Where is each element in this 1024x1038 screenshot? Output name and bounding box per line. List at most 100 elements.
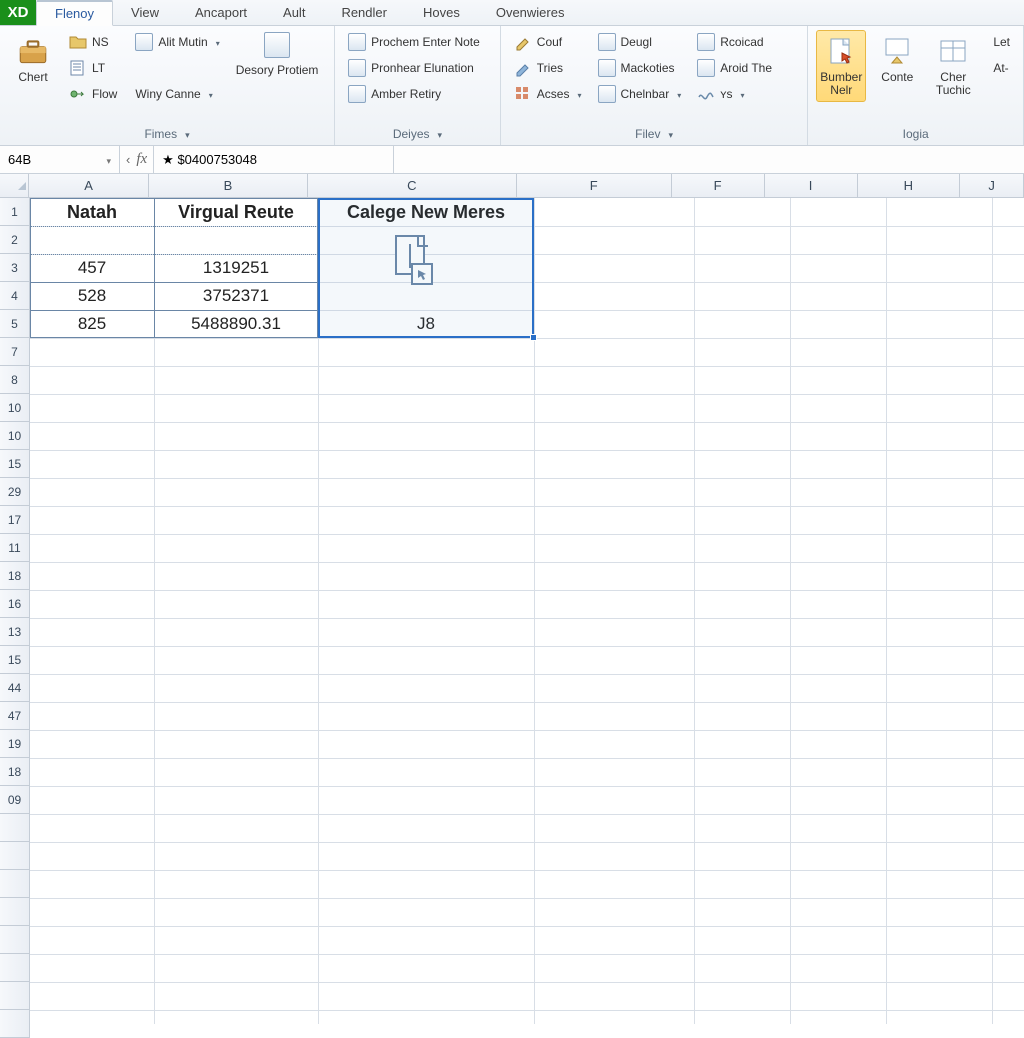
bumber-nelr-label: Bumber Nelr — [819, 71, 863, 97]
paste-preview-icon — [390, 234, 438, 290]
pronhear-elunation-button[interactable]: Pronhear Elunation — [343, 56, 485, 80]
conte-button[interactable]: Conte — [872, 30, 922, 89]
couf-button[interactable]: Couf — [509, 30, 587, 54]
row-header-extra[interactable] — [0, 1010, 29, 1038]
cher-tuchic-button[interactable]: Cher Tuchic — [928, 30, 978, 102]
cell-a3[interactable]: 457 — [30, 254, 154, 282]
bumber-nelr-button[interactable]: Bumber Nelr — [816, 30, 866, 102]
formula-bar: 64B ‹ fx ★ $0400753048 — [0, 146, 1024, 174]
col-header-j[interactable]: J — [960, 174, 1024, 197]
ys-button[interactable]: ʏs — [692, 82, 777, 106]
col-header-a[interactable]: A — [29, 174, 149, 197]
grid-icon — [514, 85, 532, 103]
row-header-1[interactable]: 1 — [0, 198, 29, 226]
dropdown-icon — [674, 87, 681, 101]
tab-ancaport[interactable]: Ancaport — [177, 0, 265, 25]
row-header-6[interactable]: 7 — [0, 338, 29, 366]
row-header-11[interactable]: 29 — [0, 478, 29, 506]
row-header-8[interactable]: 10 — [0, 394, 29, 422]
cell-a4[interactable]: 528 — [30, 282, 154, 310]
header-calege-new-meres[interactable]: Calege New Meres — [318, 198, 534, 226]
row-header-12[interactable]: 17 — [0, 506, 29, 534]
note-icon — [348, 85, 366, 103]
chelnbar-button[interactable]: Chelnbar — [593, 82, 687, 106]
header-virgual-reute[interactable]: Virgual Reute — [154, 198, 318, 226]
row-header-extra[interactable] — [0, 842, 29, 870]
acses-button[interactable]: Acses — [509, 82, 587, 106]
row-header-18[interactable]: 44 — [0, 674, 29, 702]
row-header-5[interactable]: 5 — [0, 310, 29, 338]
row-header-extra[interactable] — [0, 954, 29, 982]
tab-view[interactable]: View — [113, 0, 177, 25]
mackoties-button[interactable]: Mackoties — [593, 56, 687, 80]
tab-ovenwieres[interactable]: Ovenwieres — [478, 0, 583, 25]
protiem-button[interactable]: Desory Protiem — [231, 30, 324, 80]
col-header-b[interactable]: B — [149, 174, 308, 197]
row-header-2[interactable]: 2 — [0, 226, 29, 254]
dialog-launcher-icon[interactable] — [436, 127, 443, 141]
row-header-extra[interactable] — [0, 870, 29, 898]
col-header-f[interactable]: F — [517, 174, 672, 197]
chert-button[interactable]: Chert — [8, 30, 58, 89]
row-header-4[interactable]: 4 — [0, 282, 29, 310]
flow-button[interactable]: Flow — [64, 82, 122, 106]
col-header-c[interactable]: C — [308, 174, 517, 197]
lt-button[interactable]: LT — [64, 56, 122, 80]
cell-c5[interactable]: J8 — [318, 310, 534, 338]
col-header-h[interactable]: H — [858, 174, 961, 197]
cell-b4[interactable]: 3752371 — [154, 282, 318, 310]
tab-ault[interactable]: Ault — [265, 0, 323, 25]
header-natah[interactable]: Natah — [30, 198, 154, 226]
row-header-9[interactable]: 10 — [0, 422, 29, 450]
ribbon-group-filev: Couf Tries Acses Deugl Mackoties Chelnba… — [501, 26, 809, 145]
dialog-launcher-icon[interactable] — [666, 127, 673, 141]
document-cursor-icon — [824, 35, 858, 69]
tab-hoves[interactable]: Hoves — [405, 0, 478, 25]
row-header-15[interactable]: 16 — [0, 590, 29, 618]
dialog-launcher-icon[interactable] — [183, 127, 190, 141]
row-header-22[interactable]: 09 — [0, 786, 29, 814]
ns-button[interactable]: NS — [64, 30, 122, 54]
row-header-extra[interactable] — [0, 926, 29, 954]
row-header-16[interactable]: 13 — [0, 618, 29, 646]
row-header-20[interactable]: 19 — [0, 730, 29, 758]
amber-retiry-button[interactable]: Amber Retiry — [343, 82, 485, 106]
name-box[interactable]: 64B — [0, 146, 120, 173]
prochem-enter-note-button[interactable]: Prochem Enter Note — [343, 30, 485, 54]
row-header-extra[interactable] — [0, 814, 29, 842]
row-header-19[interactable]: 47 — [0, 702, 29, 730]
mutin-button[interactable]: Alit Mutin — [130, 30, 224, 54]
briefcase-icon — [16, 35, 50, 69]
deugl-button[interactable]: Deugl — [593, 30, 687, 54]
row-header-3[interactable]: 3 — [0, 254, 29, 282]
col-header-i[interactable]: I — [765, 174, 858, 197]
app-badge[interactable]: XD — [0, 0, 36, 25]
tab-rendler[interactable]: Rendler — [323, 0, 405, 25]
flow-icon — [69, 85, 87, 103]
cell-a5[interactable]: 825 — [30, 310, 154, 338]
row-header-17[interactable]: 15 — [0, 646, 29, 674]
cher-tuchic-label: Cher Tuchic — [931, 71, 975, 97]
col-header-f[interactable]: F — [672, 174, 765, 197]
rcoicad-button[interactable]: Rcoicad — [692, 30, 777, 54]
cell-b5[interactable]: 5488890.31 — [154, 310, 318, 338]
select-all-corner[interactable] — [0, 174, 29, 197]
tab-flenoy[interactable]: Flenoy — [36, 0, 113, 26]
formula-input[interactable]: ★ $0400753048 — [154, 146, 394, 173]
row-header-14[interactable]: 18 — [0, 562, 29, 590]
group-label-deiyes: Deiyes — [393, 127, 430, 141]
canne-button[interactable]: Winy Canne — [130, 82, 224, 106]
tries-button[interactable]: Tries — [509, 56, 587, 80]
fx-icon[interactable]: fx — [136, 151, 147, 168]
row-header-13[interactable]: 11 — [0, 534, 29, 562]
row-header-10[interactable]: 15 — [0, 450, 29, 478]
row-header-7[interactable]: 8 — [0, 366, 29, 394]
aroid-the-button[interactable]: Aroid The — [692, 56, 777, 80]
row-header-extra[interactable] — [0, 898, 29, 926]
row-header-extra[interactable] — [0, 982, 29, 1010]
let-button[interactable]: Let — [988, 30, 1015, 54]
expand-icon[interactable]: ‹ — [126, 152, 130, 167]
at-button[interactable]: At- — [988, 56, 1015, 80]
cell-b3[interactable]: 1319251 — [154, 254, 318, 282]
row-header-21[interactable]: 18 — [0, 758, 29, 786]
